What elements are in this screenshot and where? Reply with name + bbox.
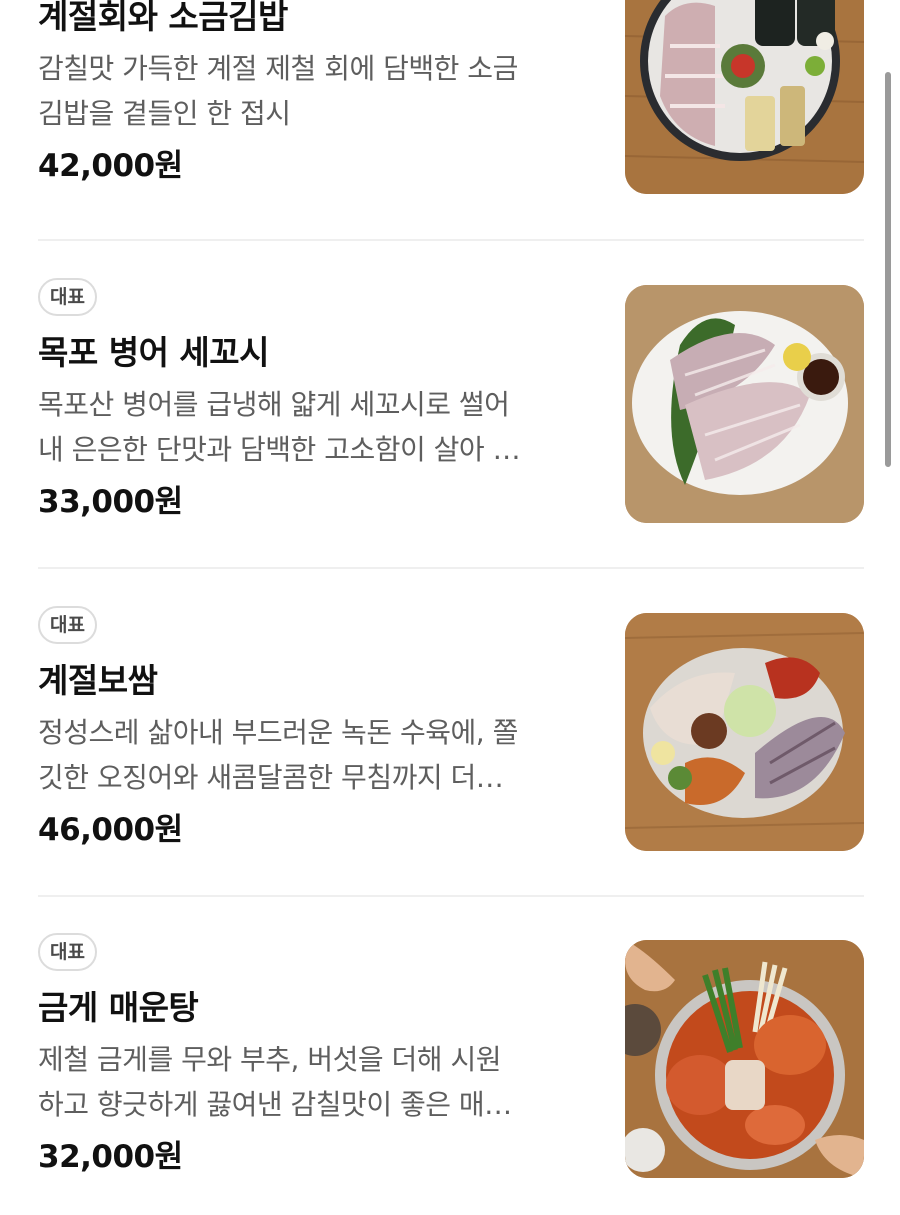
crab-spicy-stew-photo [625,940,864,1178]
menu-item-pomfret-sekkoshi[interactable]: 대표 목포 병어 세꼬시 목포산 병어를 급냉해 얇게 세꼬시로 썰어 내 은은… [38,278,864,523]
signature-badge: 대표 [38,278,97,316]
menu-item-price: 32,000원 [38,1139,183,1175]
menu-item-description: 제철 금게를 무와 부추, 버섯을 더해 시원 하고 향긋하게 끓여낸 감칠맛이… [38,1037,598,1127]
menu-item-text: 계절회와 소금김밥 감칠맛 가득한 계절 제철 회에 담백한 소금 김밥을 곁들… [38,0,598,188]
menu-item-price: 46,000원 [38,812,183,848]
menu-item-seasonal-bossam[interactable]: 대표 계절보쌈 정성스레 삶아내 부드러운 녹돈 수육에, 쫄 깃한 오징어와 … [38,606,864,851]
seasonal-bossam-photo [625,613,864,851]
menu-item-description-line: 제철 금게를 무와 부추, 버섯을 더해 시원 [38,1043,501,1076]
item-divider [38,895,864,897]
menu-item-seasonal-sashimi-gimbap[interactable]: 계절회와 소금김밥 감칠맛 가득한 계절 제철 회에 담백한 소금 김밥을 곁들… [38,0,864,194]
menu-item-text: 대표 목포 병어 세꼬시 목포산 병어를 급냉해 얇게 세꼬시로 썰어 내 은은… [38,278,598,524]
menu-item-price: 33,000원 [38,484,183,520]
menu-item-photo[interactable] [625,613,864,851]
menu-list: 계절회와 소금김밥 감칠맛 가득한 계절 제철 회에 담백한 소금 김밥을 곁들… [0,0,900,1215]
menu-item-photo[interactable] [625,940,864,1178]
menu-item-crab-spicy-stew[interactable]: 대표 금게 매운탕 제철 금게를 무와 부추, 버섯을 더해 시원 하고 향긋하… [38,933,864,1178]
menu-item-name: 금게 매운탕 [38,988,199,1027]
menu-item-description-line: 깃한 오징어와 새콤달콤한 무침까지 더… [38,761,504,794]
menu-item-name: 계절회와 소금김밥 [38,0,288,36]
item-divider [38,239,864,241]
menu-item-description: 정성스레 삶아내 부드러운 녹돈 수육에, 쫄 깃한 오징어와 새콤달콤한 무침… [38,710,598,800]
menu-item-name: 계절보쌈 [38,661,158,700]
signature-badge: 대표 [38,933,97,971]
menu-item-description-line: 김밥을 곁들인 한 접시 [38,97,291,130]
menu-item-text: 대표 금게 매운탕 제철 금게를 무와 부추, 버섯을 더해 시원 하고 향긋하… [38,933,598,1179]
menu-item-description-line: 정성스레 삶아내 부드러운 녹돈 수육에, 쫄 [38,716,518,749]
menu-item-description: 감칠맛 가득한 계절 제철 회에 담백한 소금 김밥을 곁들인 한 접시 [38,46,598,136]
menu-item-photo[interactable] [625,285,864,523]
scrollbar[interactable] [885,72,891,467]
menu-item-name: 목포 병어 세꼬시 [38,333,270,372]
menu-item-price: 42,000원 [38,148,183,184]
menu-item-description-line: 목포산 병어를 급냉해 얇게 세꼬시로 썰어 [38,388,510,421]
item-divider [38,567,864,569]
signature-badge: 대표 [38,606,97,644]
pomfret-sekkoshi-photo [625,285,864,523]
menu-item-description: 목포산 병어를 급냉해 얇게 세꼬시로 썰어 내 은은한 단맛과 담백한 고소함… [38,382,598,472]
menu-item-description-line: 내 은은한 단맛과 담백한 고소함이 살아 … [38,433,521,466]
sashimi-gimbap-platter-photo [625,0,864,194]
menu-item-description-line: 감칠맛 가득한 계절 제철 회에 담백한 소금 [38,52,518,85]
menu-item-photo[interactable] [625,0,864,194]
menu-item-text: 대표 계절보쌈 정성스레 삶아내 부드러운 녹돈 수육에, 쫄 깃한 오징어와 … [38,606,598,852]
menu-item-description-line: 하고 향긋하게 끓여낸 감칠맛이 좋은 매… [38,1088,512,1121]
